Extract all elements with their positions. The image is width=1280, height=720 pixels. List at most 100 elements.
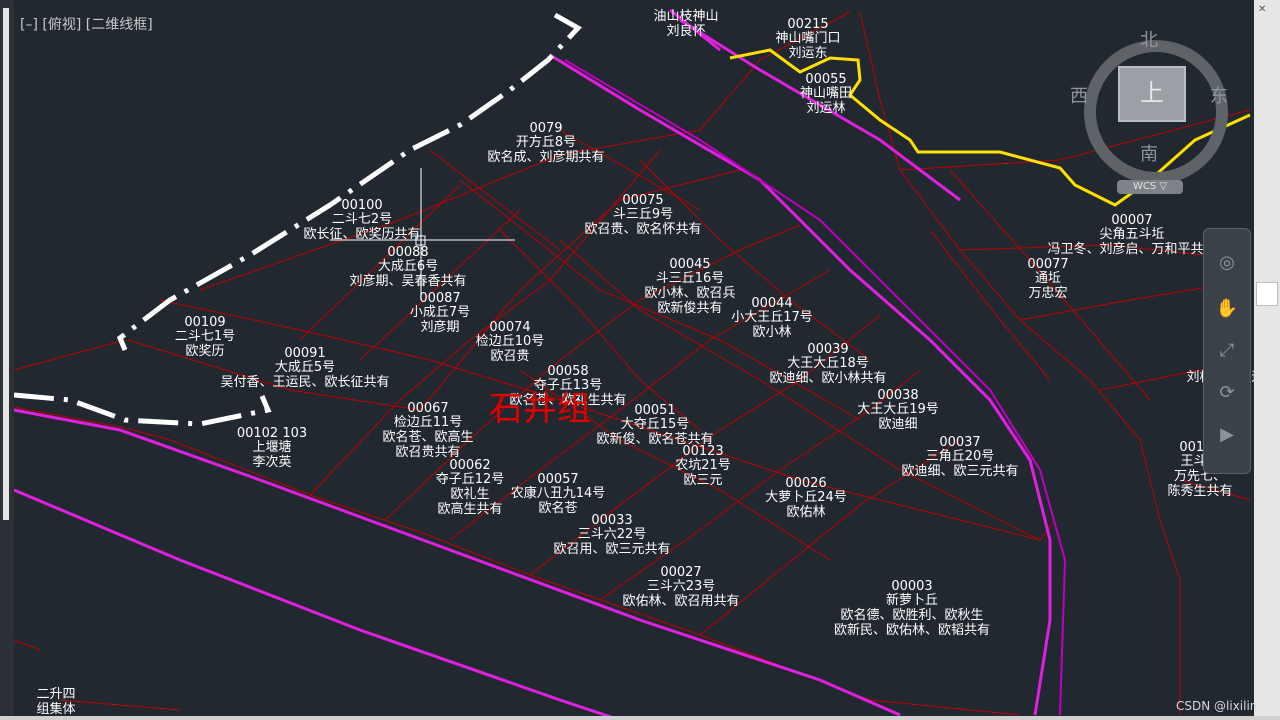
parcel-name: 通坵 xyxy=(1035,271,1061,286)
parcel-owner: 欧召用、欧三元共有 xyxy=(553,542,670,557)
parcel-id: 00055 xyxy=(805,72,846,87)
parcel-name: 神山嘴门口 xyxy=(775,31,840,46)
parcel-id: 00075 xyxy=(622,193,663,208)
parcel-id: 00067 xyxy=(407,401,448,416)
parcel-owner: 万忠宏 xyxy=(1028,286,1067,301)
parcel-id: 00038 xyxy=(877,388,918,403)
parcel-owner: 刘运东 xyxy=(788,46,827,61)
parcel-owner: 刘彦期、吴春香共有 xyxy=(349,273,466,289)
parcel-id: 00039 xyxy=(807,342,848,357)
showmotion-icon[interactable]: ▶ xyxy=(1212,421,1242,449)
compass-west[interactable]: 西 xyxy=(1070,82,1088,108)
parcel-name: 检边丘10号 xyxy=(476,334,545,349)
parcel-owner: 欧礼生 xyxy=(450,486,489,502)
parcel-name: 大萝卜丘24号 xyxy=(765,490,847,505)
parcel-name: 检边丘11号 xyxy=(394,415,463,430)
group-label: 石井组 xyxy=(489,389,591,429)
parcel-boundaries xyxy=(13,11,1251,716)
parcel-owner: 欧召贵、欧名怀共有 xyxy=(584,221,701,237)
view-controls-label[interactable]: [–] [俯视] [二维线框] xyxy=(20,14,153,34)
parcel-id: 00215 xyxy=(787,17,828,32)
parcel-id: 00058 xyxy=(547,364,588,379)
parcel-id: 00087 xyxy=(419,291,460,306)
parcel-owner: 吴付香、王运民、欧长征共有 xyxy=(220,375,389,390)
close-icon[interactable]: ✕ xyxy=(1258,4,1274,15)
parcel-name: 斗三丘16号 xyxy=(656,271,725,286)
parcel-name: 二斗七1号 xyxy=(175,329,235,344)
parcel-id: 00077 xyxy=(1027,257,1068,272)
compass-south[interactable]: 南 xyxy=(1140,140,1158,166)
parcel-owner: 李次英 xyxy=(252,454,291,470)
parcel-owner: 欧迪细、欧三元共有 xyxy=(901,464,1018,479)
parcel-id: 00100 xyxy=(341,198,382,213)
compass-north[interactable]: 北 xyxy=(1140,26,1158,52)
parcel-name: 大夺丘15号 xyxy=(621,417,690,432)
parcel-id: 00026 xyxy=(785,476,826,491)
bottom-scrollbar[interactable] xyxy=(0,716,1280,720)
parcel-id: 00102 103 xyxy=(237,426,307,441)
parcel-name: 大成丘6号 xyxy=(378,259,438,274)
wcs-menu[interactable]: WCS ▽ xyxy=(1117,180,1183,194)
parcel-id: 00045 xyxy=(669,257,710,272)
steering-wheel-icon[interactable]: ◎ xyxy=(1212,249,1242,277)
parcel-id: 00123 xyxy=(682,444,723,459)
parcel-owner: 欧佑林、欧召用共有 xyxy=(622,594,739,609)
parcel-name: 三角丘20号 xyxy=(926,449,995,464)
parcel-id: 00074 xyxy=(489,320,530,335)
parcel-name: 新萝卜丘 xyxy=(886,592,938,608)
parcel-owner: 欧召贵 xyxy=(490,349,529,364)
parcel-owner: 欧名苍 xyxy=(538,500,577,516)
parcel-id: 0079 xyxy=(529,121,562,136)
parcel-id: 00003 xyxy=(891,579,932,594)
parcel-owner: 冯卫冬、刘彦启、万和平共有 xyxy=(1047,241,1216,257)
parcel-name: 二升四 xyxy=(36,687,75,702)
parcel-name: 小大王丘17号 xyxy=(731,310,813,325)
drawing-viewport[interactable]: 00215 神山嘴门口 刘运东 00055 神山嘴田 刘运林 0079 开方丘8号 欧名成、刘彦… xyxy=(0,0,1280,720)
parcel-id: 00062 xyxy=(449,458,490,473)
vertical-scrollbar-thumb[interactable] xyxy=(1256,282,1278,306)
parcel-owner: 欧迪细、欧小林共有 xyxy=(769,371,886,386)
parcel-id: 00051 xyxy=(634,403,675,418)
parcel-owner: 欧三元 xyxy=(683,473,722,488)
parcel-owner2: 陈秀生共有 xyxy=(1167,483,1232,499)
parcel-id: 00057 xyxy=(537,472,578,487)
parcel-name: 尖角五斗坵 xyxy=(1099,227,1164,242)
parcel-name: 大成丘5号 xyxy=(275,360,335,375)
parcel-owner: 刘良怀 xyxy=(666,23,705,39)
watermark: CSDN @lixilin xyxy=(1176,699,1258,713)
parcel-name: 大王大丘18号 xyxy=(787,356,869,371)
orbit-icon[interactable]: ⟳ xyxy=(1212,379,1242,407)
parcel-owner: 组集体 xyxy=(36,701,75,717)
zoom-extents-icon[interactable]: ⤢ xyxy=(1212,337,1242,365)
parcel-owner: 欧迪细 xyxy=(878,417,917,432)
parcel-owner: 欧奖历 xyxy=(185,344,224,359)
parcel-name: 斗三丘9号 xyxy=(613,207,673,222)
parcel-name: 三斗六23号 xyxy=(647,579,716,594)
parcel-owner: 欧名成、刘彦期共有 xyxy=(487,149,604,165)
compass-east[interactable]: 东 xyxy=(1210,82,1228,108)
left-scrollbar[interactable] xyxy=(3,8,9,520)
parcel-owner2: 欧高生共有 xyxy=(437,501,502,517)
left-scroll-area xyxy=(0,0,14,720)
viewcube[interactable]: 上 北 南 东 西 WCS ▽ xyxy=(1070,30,1250,200)
parcel-name: 农康八丑九14号 xyxy=(511,485,606,501)
parcel-owner2: 欧新民、欧佑林、欧韬共有 xyxy=(834,622,990,638)
pan-hand-icon[interactable]: ✋ xyxy=(1212,295,1242,323)
parcel-name: 油山枝神山 xyxy=(653,9,718,24)
parcel-id: 00088 xyxy=(387,245,428,260)
parcel-owner: 刘彦期 xyxy=(420,319,459,335)
viewcube-face-top[interactable]: 上 xyxy=(1118,66,1186,122)
parcel-name: 开方丘8号 xyxy=(516,134,576,150)
parcel-id: 00027 xyxy=(660,565,701,580)
parcel-owner: 欧长征、欧奖历共有 xyxy=(303,227,420,242)
parcel-owner: 欧小林、欧召兵 xyxy=(644,286,735,301)
parcel-name: 三斗六22号 xyxy=(578,527,647,542)
parcel-owner: 欧名苍、欧高生 xyxy=(382,429,473,445)
parcel-name: 夺子丘12号 xyxy=(436,472,505,487)
parcel-name: 二斗七2号 xyxy=(332,212,392,227)
parcel-name: 农坑21号 xyxy=(675,458,731,473)
navigation-bar: ◎ ✋ ⤢ ⟳ ▶ xyxy=(1203,228,1251,474)
right-scroll-area: ✕ xyxy=(1254,0,1280,720)
parcel-owner: 欧名德、欧胜利、欧秋生 xyxy=(840,607,983,623)
road-edges xyxy=(564,59,1067,716)
